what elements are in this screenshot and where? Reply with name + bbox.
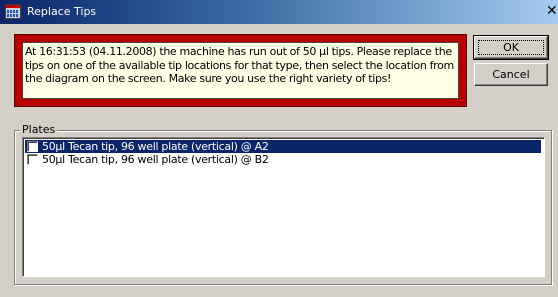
window-title: Replace Tips: [27, 5, 97, 18]
list-item[interactable]: 50µl Tecan tip, 96 well plate (vertical)…: [25, 140, 541, 153]
list-item-label: 50µl Tecan tip, 96 well plate (vertical)…: [42, 140, 269, 153]
plate-checkbox[interactable]: [27, 141, 38, 152]
plates-group-label: Plates: [20, 123, 58, 136]
list-item[interactable]: 50µl Tecan tip, 96 well plate (vertical)…: [25, 153, 541, 166]
close-icon[interactable]: ✕: [546, 4, 558, 18]
title-bar[interactable]: Replace Tips: [0, 0, 558, 24]
app-icon: [5, 4, 21, 19]
cancel-button-label: Cancel: [492, 68, 530, 81]
message-text: At 16:31:53 (04.11.2008) the machine has…: [22, 42, 459, 99]
ok-button-label: OK: [503, 41, 519, 54]
ok-button[interactable]: OK: [473, 35, 549, 60]
list-item-label: 50µl Tecan tip, 96 well plate (vertical)…: [42, 153, 269, 166]
plates-list[interactable]: 50µl Tecan tip, 96 well plate (vertical)…: [22, 137, 545, 277]
cancel-button[interactable]: Cancel: [474, 63, 548, 86]
message-frame: At 16:31:53 (04.11.2008) the machine has…: [14, 34, 467, 107]
plate-checkbox[interactable]: [27, 154, 38, 165]
